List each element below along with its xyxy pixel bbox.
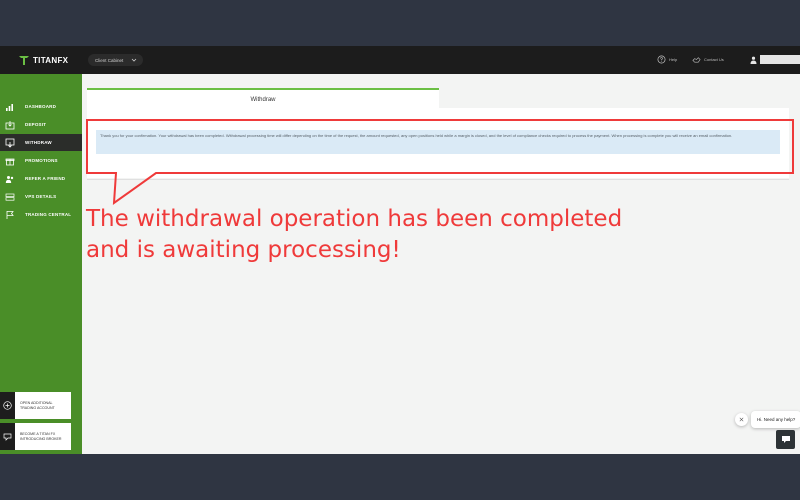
bar-chart-icon xyxy=(6,103,13,111)
promo-icon-box xyxy=(0,423,15,450)
gift-icon xyxy=(5,158,15,165)
promo-icon-box xyxy=(0,392,15,419)
sidebar-item-trading-central[interactable]: TRADING CENTRAL xyxy=(0,206,82,223)
flag-icon xyxy=(6,210,14,219)
help-label: Help xyxy=(669,57,678,62)
titanfx-logo[interactable]: TITANFX xyxy=(18,54,68,66)
callout-line-1: The withdrawal operation has been comple… xyxy=(86,206,623,232)
top-bar: TITANFX Client Cabinet Help Contact Us xyxy=(0,46,800,74)
tab-label: Withdraw xyxy=(250,97,276,103)
sidebar-item-label: WITHDRAW xyxy=(25,140,52,145)
contact-label: Contact Us xyxy=(704,57,724,62)
handshake-icon xyxy=(3,433,12,441)
contact-us-link[interactable]: Contact Us xyxy=(692,55,724,64)
help-link[interactable]: Help xyxy=(657,55,677,64)
sidebar-item-label: DEPOSIT xyxy=(25,122,47,127)
sidebar-item-label: PROMOTIONS xyxy=(25,158,58,163)
chat-greeting-bubble[interactable]: Hi. Need any help? xyxy=(751,411,800,428)
sidebar-item-label: TRADING CENTRAL xyxy=(25,212,72,217)
titan-logo-icon xyxy=(19,56,29,65)
sidebar-item-dashboard[interactable]: DASHBOARD xyxy=(0,98,82,115)
sidebar-item-promotions[interactable]: PROMOTIONS xyxy=(0,152,82,169)
tab-withdraw[interactable]: Withdraw xyxy=(87,88,439,110)
sidebar-item-deposit[interactable]: DEPOSIT xyxy=(0,116,82,133)
logo-text: TITANFX xyxy=(33,55,69,65)
callout-line-2: and is awaiting processing! xyxy=(86,237,401,263)
promo-text: OPEN ADDITIONAL TRADING ACCOUNT xyxy=(20,400,55,410)
sidebar-item-withdraw[interactable]: WITHDRAW xyxy=(0,134,82,151)
chat-greeting-text: Hi. Need any help? xyxy=(757,417,796,422)
cabinet-label: Client Cabinet xyxy=(95,57,124,63)
username-box xyxy=(760,55,800,64)
sidebar-item-label: DASHBOARD xyxy=(25,104,57,109)
server-icon xyxy=(5,193,15,201)
sidebar-item-label: REFER A FRIEND xyxy=(25,176,66,181)
close-icon xyxy=(739,417,744,422)
sidebar-item-refer-a-friend[interactable]: REFER A FRIEND xyxy=(0,170,82,187)
chevron-down-icon xyxy=(131,58,137,62)
promo-text: BECOME A TITAN FX INTRODUCING BROKER xyxy=(20,431,62,441)
contact-icon xyxy=(692,57,701,63)
become-introducing-broker-button[interactable]: BECOME A TITAN FX INTRODUCING BROKER xyxy=(0,423,71,450)
app-window: TITANFX Client Cabinet Help Contact Us D… xyxy=(0,46,800,454)
chat-close-button[interactable] xyxy=(735,413,748,426)
sidebar-item-vps-details[interactable]: VPS DETAILS xyxy=(0,188,82,205)
help-icon xyxy=(657,55,666,64)
user-icon xyxy=(750,56,757,64)
withdraw-icon xyxy=(5,138,15,148)
refer-icon xyxy=(5,175,14,183)
callout-message: The withdrawal operation has been comple… xyxy=(86,204,706,266)
chat-icon xyxy=(781,436,790,443)
sidebar-item-label: VPS DETAILS xyxy=(25,194,57,199)
user-menu[interactable] xyxy=(750,55,800,64)
client-cabinet-dropdown[interactable]: Client Cabinet xyxy=(88,54,144,66)
open-additional-account-button[interactable]: OPEN ADDITIONAL TRADING ACCOUNT xyxy=(0,392,71,419)
plus-circle-icon xyxy=(3,401,12,410)
chat-launcher-button[interactable] xyxy=(776,430,795,449)
deposit-icon xyxy=(5,120,15,129)
sidebar: DASHBOARD DEPOSIT WITHDRAW PROMOTIONS RE… xyxy=(0,74,82,454)
